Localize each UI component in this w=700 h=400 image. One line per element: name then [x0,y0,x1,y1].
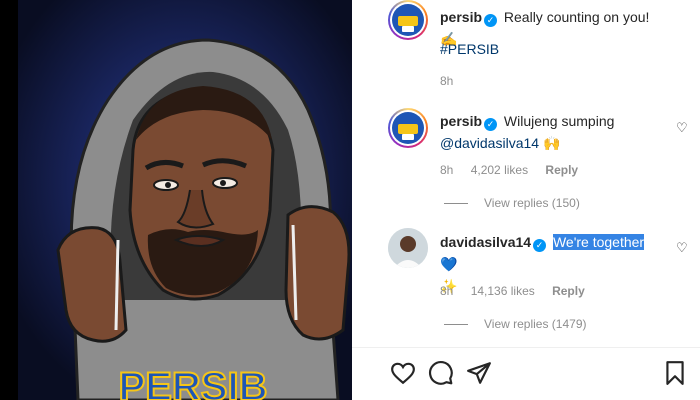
hoodie-text: PERSIB [119,365,268,400]
comment-icon[interactable] [428,360,454,386]
heart-icon[interactable] [390,360,416,386]
comment-2-meta: 8h 14,136 likes Reply [440,284,599,298]
comment-2-emoji: 💙 [440,256,458,272]
comment-1-mention[interactable]: @davidasilva14 [440,135,539,151]
action-bar [390,360,688,390]
comment-1-time: 8h [440,163,454,177]
comment-1-username[interactable]: persib [440,113,482,129]
comment-2-view-replies-label[interactable]: View replies (1479) [484,317,587,331]
comment-1-text: persib ✓ Wilujeng sumping @davidasilva14 … [440,110,660,154]
comment-1-reply-button[interactable]: Reply [545,163,578,177]
caption-time: 8h [440,74,454,88]
comment-2-time: 8h [440,284,454,298]
caption-meta: 8h [440,74,467,88]
comment-2-view-replies[interactable]: View replies (1479) [444,317,587,331]
persib-avatar[interactable] [388,0,428,40]
hashtag-link[interactable]: #PERSIB [440,41,499,57]
comment-1-view-replies-label[interactable]: View replies (150) [484,196,580,210]
comment-2-username[interactable]: davidasilva14 [440,234,531,250]
share-icon[interactable] [466,360,492,386]
comment-1-body: Wilujeng sumping [503,113,615,129]
comment-1-view-replies[interactable]: View replies (150) [444,196,580,210]
davidasilva14-avatar[interactable] [388,228,428,268]
comment-2-reply-button[interactable]: Reply [552,284,585,298]
left-margin [0,0,18,400]
caption-username[interactable]: persib [440,9,482,25]
verified-badge-icon: ✓ [484,14,498,27]
comment-2-likes[interactable]: 14,136 likes [471,284,535,298]
illustration: PERSIB [18,0,352,400]
comment-1-likes[interactable]: 4,202 likes [471,163,528,177]
comment-1-like-icon[interactable]: ♡ [676,120,688,136]
verified-badge-icon: ✓ [533,239,547,252]
comment-1-meta: 8h 4,202 likes Reply [440,163,592,177]
comment-2-body: We're together [552,234,645,250]
verified-badge-icon: ✓ [484,118,498,131]
divider [352,347,700,348]
comment-1-avatar[interactable] [388,108,428,148]
comment-1-emoji: 🙌 [542,135,561,151]
caption-hashtag-line: #PERSIB [440,38,660,60]
post-image[interactable]: PERSIB [18,0,352,400]
bookmark-icon[interactable] [662,360,688,386]
comments-panel: persib ✓ Really counting on you! ✍️ #PERS… [352,0,700,400]
comment-2-like-icon[interactable]: ♡ [676,240,688,256]
